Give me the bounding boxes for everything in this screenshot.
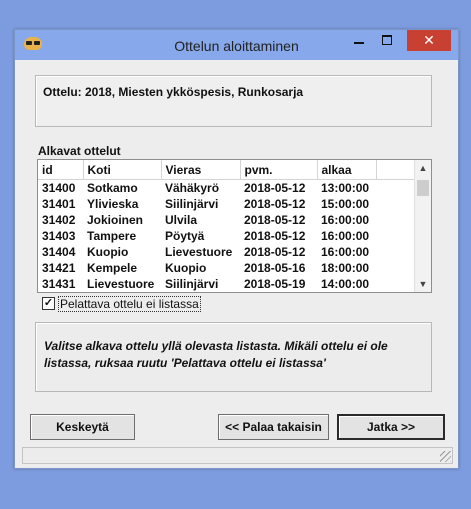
table-row[interactable]: 31400 Sotkamo Vähäkyrö 2018-05-12 13:00:… <box>38 180 415 197</box>
resize-grip-icon[interactable] <box>440 451 451 462</box>
cell-vieras: Vähäkyrö <box>165 181 220 195</box>
cell-pvm: 2018-05-12 <box>244 229 306 243</box>
match-info-box: Ottelu: 2018, Miesten ykköspesis, Runkos… <box>35 75 432 127</box>
cell-vieras: Siilinjärvi <box>165 197 219 211</box>
table-row[interactable]: 31404 Kuopio Lievestuore 2018-05-12 16:0… <box>38 244 415 260</box>
scroll-thumb[interactable] <box>417 180 429 196</box>
cell-id: 31400 <box>42 181 76 195</box>
column-header-empty <box>376 160 416 180</box>
match-table: id Koti Vieras pvm. alkaa 31400 Sotkamo … <box>38 160 416 292</box>
cell-koti: Kempele <box>87 261 138 275</box>
table-row[interactable]: 31402 Jokioinen Ulvila 2018-05-12 16:00:… <box>38 212 415 228</box>
cell-vieras: Kuopio <box>165 261 207 275</box>
cell-koti: Tampere <box>87 229 137 243</box>
cell-vieras: Lievestuore <box>165 245 233 259</box>
column-header-alkaa[interactable]: alkaa <box>317 160 377 180</box>
table-header-row: id Koti Vieras pvm. alkaa <box>38 160 416 180</box>
dialog-window: Ottelun aloittaminen ✕ Ottelu: 2018, Mie… <box>14 29 459 469</box>
cell-pvm: 2018-05-12 <box>244 213 306 227</box>
table-row[interactable]: 31421 Kempele Kuopio 2018-05-16 18:00:00 <box>38 260 415 276</box>
table-row[interactable]: 31431 Lievestuore Siilinjärvi 2018-05-19… <box>38 276 415 292</box>
cell-alkaa: 14:00:00 <box>321 277 370 291</box>
not-listed-checkbox-label[interactable]: Pelattava ottelu ei listassa <box>58 296 201 312</box>
cell-id: 31403 <box>42 229 76 243</box>
cell-koti: Ylivieska <box>87 197 139 211</box>
table-row[interactable]: 31403 Tampere Pöytyä 2018-05-12 16:00:00 <box>38 228 415 244</box>
cell-pvm: 2018-05-19 <box>244 277 306 291</box>
cell-id: 31421 <box>42 261 76 275</box>
cancel-button[interactable]: Keskeytä <box>30 414 135 440</box>
close-icon[interactable]: ✕ <box>407 30 451 51</box>
cell-alkaa: 16:00:00 <box>321 245 370 259</box>
match-info-text: Ottelu: 2018, Miesten ykköspesis, Runkos… <box>43 85 304 99</box>
list-scrollbar[interactable]: ▲ ▼ <box>414 160 431 292</box>
maximize-icon[interactable] <box>374 30 400 51</box>
cell-vieras: Siilinjärvi <box>165 277 219 291</box>
help-text: Valitse alkava ottelu yllä olevasta list… <box>44 339 388 370</box>
title-bar[interactable]: Ottelun aloittaminen ✕ <box>15 30 458 60</box>
column-header-koti[interactable]: Koti <box>83 160 162 180</box>
match-list-label: Alkavat ottelut <box>38 144 121 158</box>
column-header-pvm[interactable]: pvm. <box>240 160 318 180</box>
cell-koti: Sotkamo <box>87 181 138 195</box>
status-bar <box>22 447 453 464</box>
cell-id: 31402 <box>42 213 76 227</box>
cell-vieras: Ulvila <box>165 213 198 227</box>
column-header-vieras[interactable]: Vieras <box>161 160 241 180</box>
cell-koti: Jokioinen <box>87 213 144 227</box>
cell-pvm: 2018-05-12 <box>244 245 306 259</box>
cell-id: 31431 <box>42 277 76 291</box>
cell-alkaa: 16:00:00 <box>321 229 370 243</box>
cell-pvm: 2018-05-12 <box>244 197 306 211</box>
cell-pvm: 2018-05-16 <box>244 261 306 275</box>
cell-pvm: 2018-05-12 <box>244 181 306 195</box>
scroll-down-icon[interactable]: ▼ <box>415 279 431 289</box>
back-button[interactable]: << Palaa takaisin <box>218 414 329 440</box>
cell-vieras: Pöytyä <box>165 229 205 243</box>
match-list[interactable]: id Koti Vieras pvm. alkaa 31400 Sotkamo … <box>37 159 432 293</box>
cell-alkaa: 13:00:00 <box>321 181 370 195</box>
cell-alkaa: 18:00:00 <box>321 261 370 275</box>
not-listed-checkbox[interactable]: ✓ <box>42 297 55 310</box>
table-row[interactable]: 31401 Ylivieska Siilinjärvi 2018-05-12 1… <box>38 196 415 212</box>
next-button[interactable]: Jatka >> <box>337 414 445 440</box>
cell-id: 31404 <box>42 245 76 259</box>
cell-id: 31401 <box>42 197 76 211</box>
column-header-id[interactable]: id <box>38 160 84 180</box>
cell-koti: Lievestuore <box>87 277 155 291</box>
cell-alkaa: 16:00:00 <box>321 213 370 227</box>
help-box: Valitse alkava ottelu yllä olevasta list… <box>35 322 432 392</box>
scroll-up-icon[interactable]: ▲ <box>415 163 431 173</box>
minimize-icon[interactable] <box>346 30 372 51</box>
cell-koti: Kuopio <box>87 245 129 259</box>
cell-alkaa: 15:00:00 <box>321 197 370 211</box>
